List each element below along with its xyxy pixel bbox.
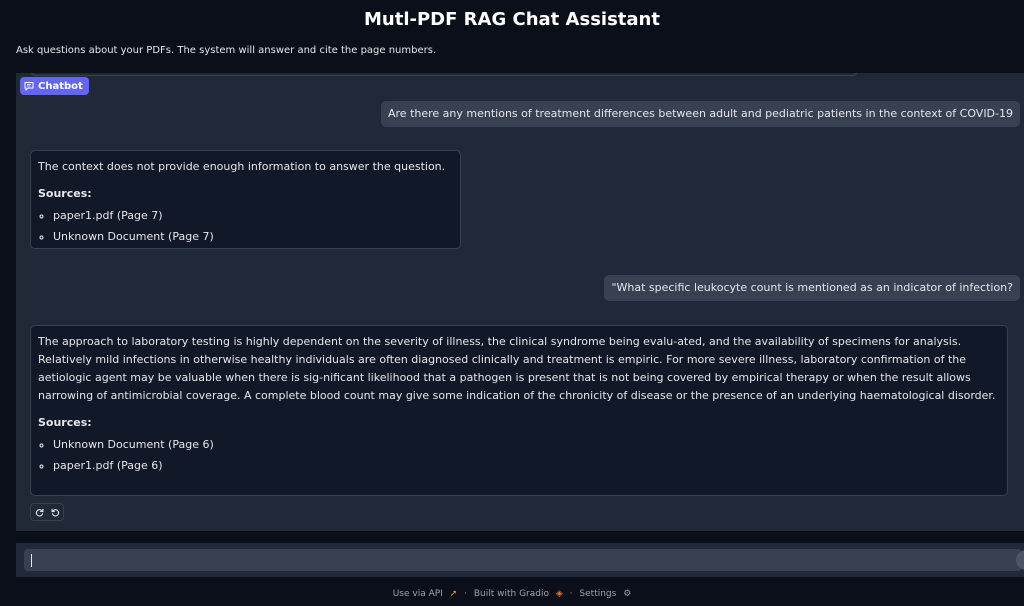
- chatbot-label-text: Chatbot: [38, 80, 83, 92]
- footer-separator: ·: [569, 589, 573, 599]
- source-item: Unknown Document (Page 6): [53, 434, 1000, 455]
- chat-icon: [24, 82, 34, 91]
- settings-link[interactable]: Settings: [579, 589, 616, 599]
- footer: Use via API ➚ · Built with Gradio ◈ · Se…: [0, 589, 1024, 599]
- gradio-logo-icon: ◈: [555, 589, 563, 599]
- assistant-message-text: The context does not provide enough info…: [38, 160, 446, 173]
- sources-list: Unknown Document (Page 6) paper1.pdf (Pa…: [38, 434, 1000, 476]
- retry-icon: [35, 508, 43, 517]
- assistant-message: The context does not provide enough info…: [30, 150, 461, 249]
- page-subtitle: Ask questions about your PDFs. The syste…: [16, 45, 437, 56]
- message-input[interactable]: [24, 549, 1022, 571]
- footer-separator: ·: [464, 589, 467, 599]
- undo-button[interactable]: [47, 504, 63, 520]
- page-title: Mutl-PDF RAG Chat Assistant: [364, 9, 660, 30]
- undo-icon: [51, 508, 59, 517]
- gear-icon: ⚙: [623, 589, 632, 599]
- source-item: paper1.pdf (Page 6): [53, 455, 1000, 476]
- chatbot-label-badge: Chatbot: [20, 77, 89, 95]
- gradio-link[interactable]: Built with Gradio: [474, 589, 549, 599]
- source-item: paper1.pdf (Page 7): [53, 205, 453, 226]
- user-message: Are there any mentions of treatment diff…: [381, 101, 1020, 127]
- sources-heading: Sources:: [38, 416, 92, 429]
- sources-heading: Sources:: [38, 187, 92, 200]
- rocket-icon: ➚: [449, 589, 458, 599]
- assistant-message-text: The approach to laboratory testing is hi…: [38, 335, 996, 402]
- chatbot-panel[interactable]: Chatbot Are there any mentions of treatm…: [16, 73, 1024, 531]
- assistant-message: The approach to laboratory testing is hi…: [30, 325, 1008, 496]
- user-message: "What specific leukocyte count is mentio…: [604, 275, 1020, 301]
- input-area: [16, 543, 1024, 577]
- message-actions: [30, 503, 64, 521]
- text-caret: [31, 554, 32, 567]
- sources-list: paper1.pdf (Page 7) Unknown Document (Pa…: [38, 205, 453, 247]
- retry-button[interactable]: [31, 504, 47, 520]
- panel-edge-divider: [30, 73, 858, 76]
- source-item: Unknown Document (Page 7): [53, 226, 453, 247]
- api-link[interactable]: Use via API: [393, 589, 443, 599]
